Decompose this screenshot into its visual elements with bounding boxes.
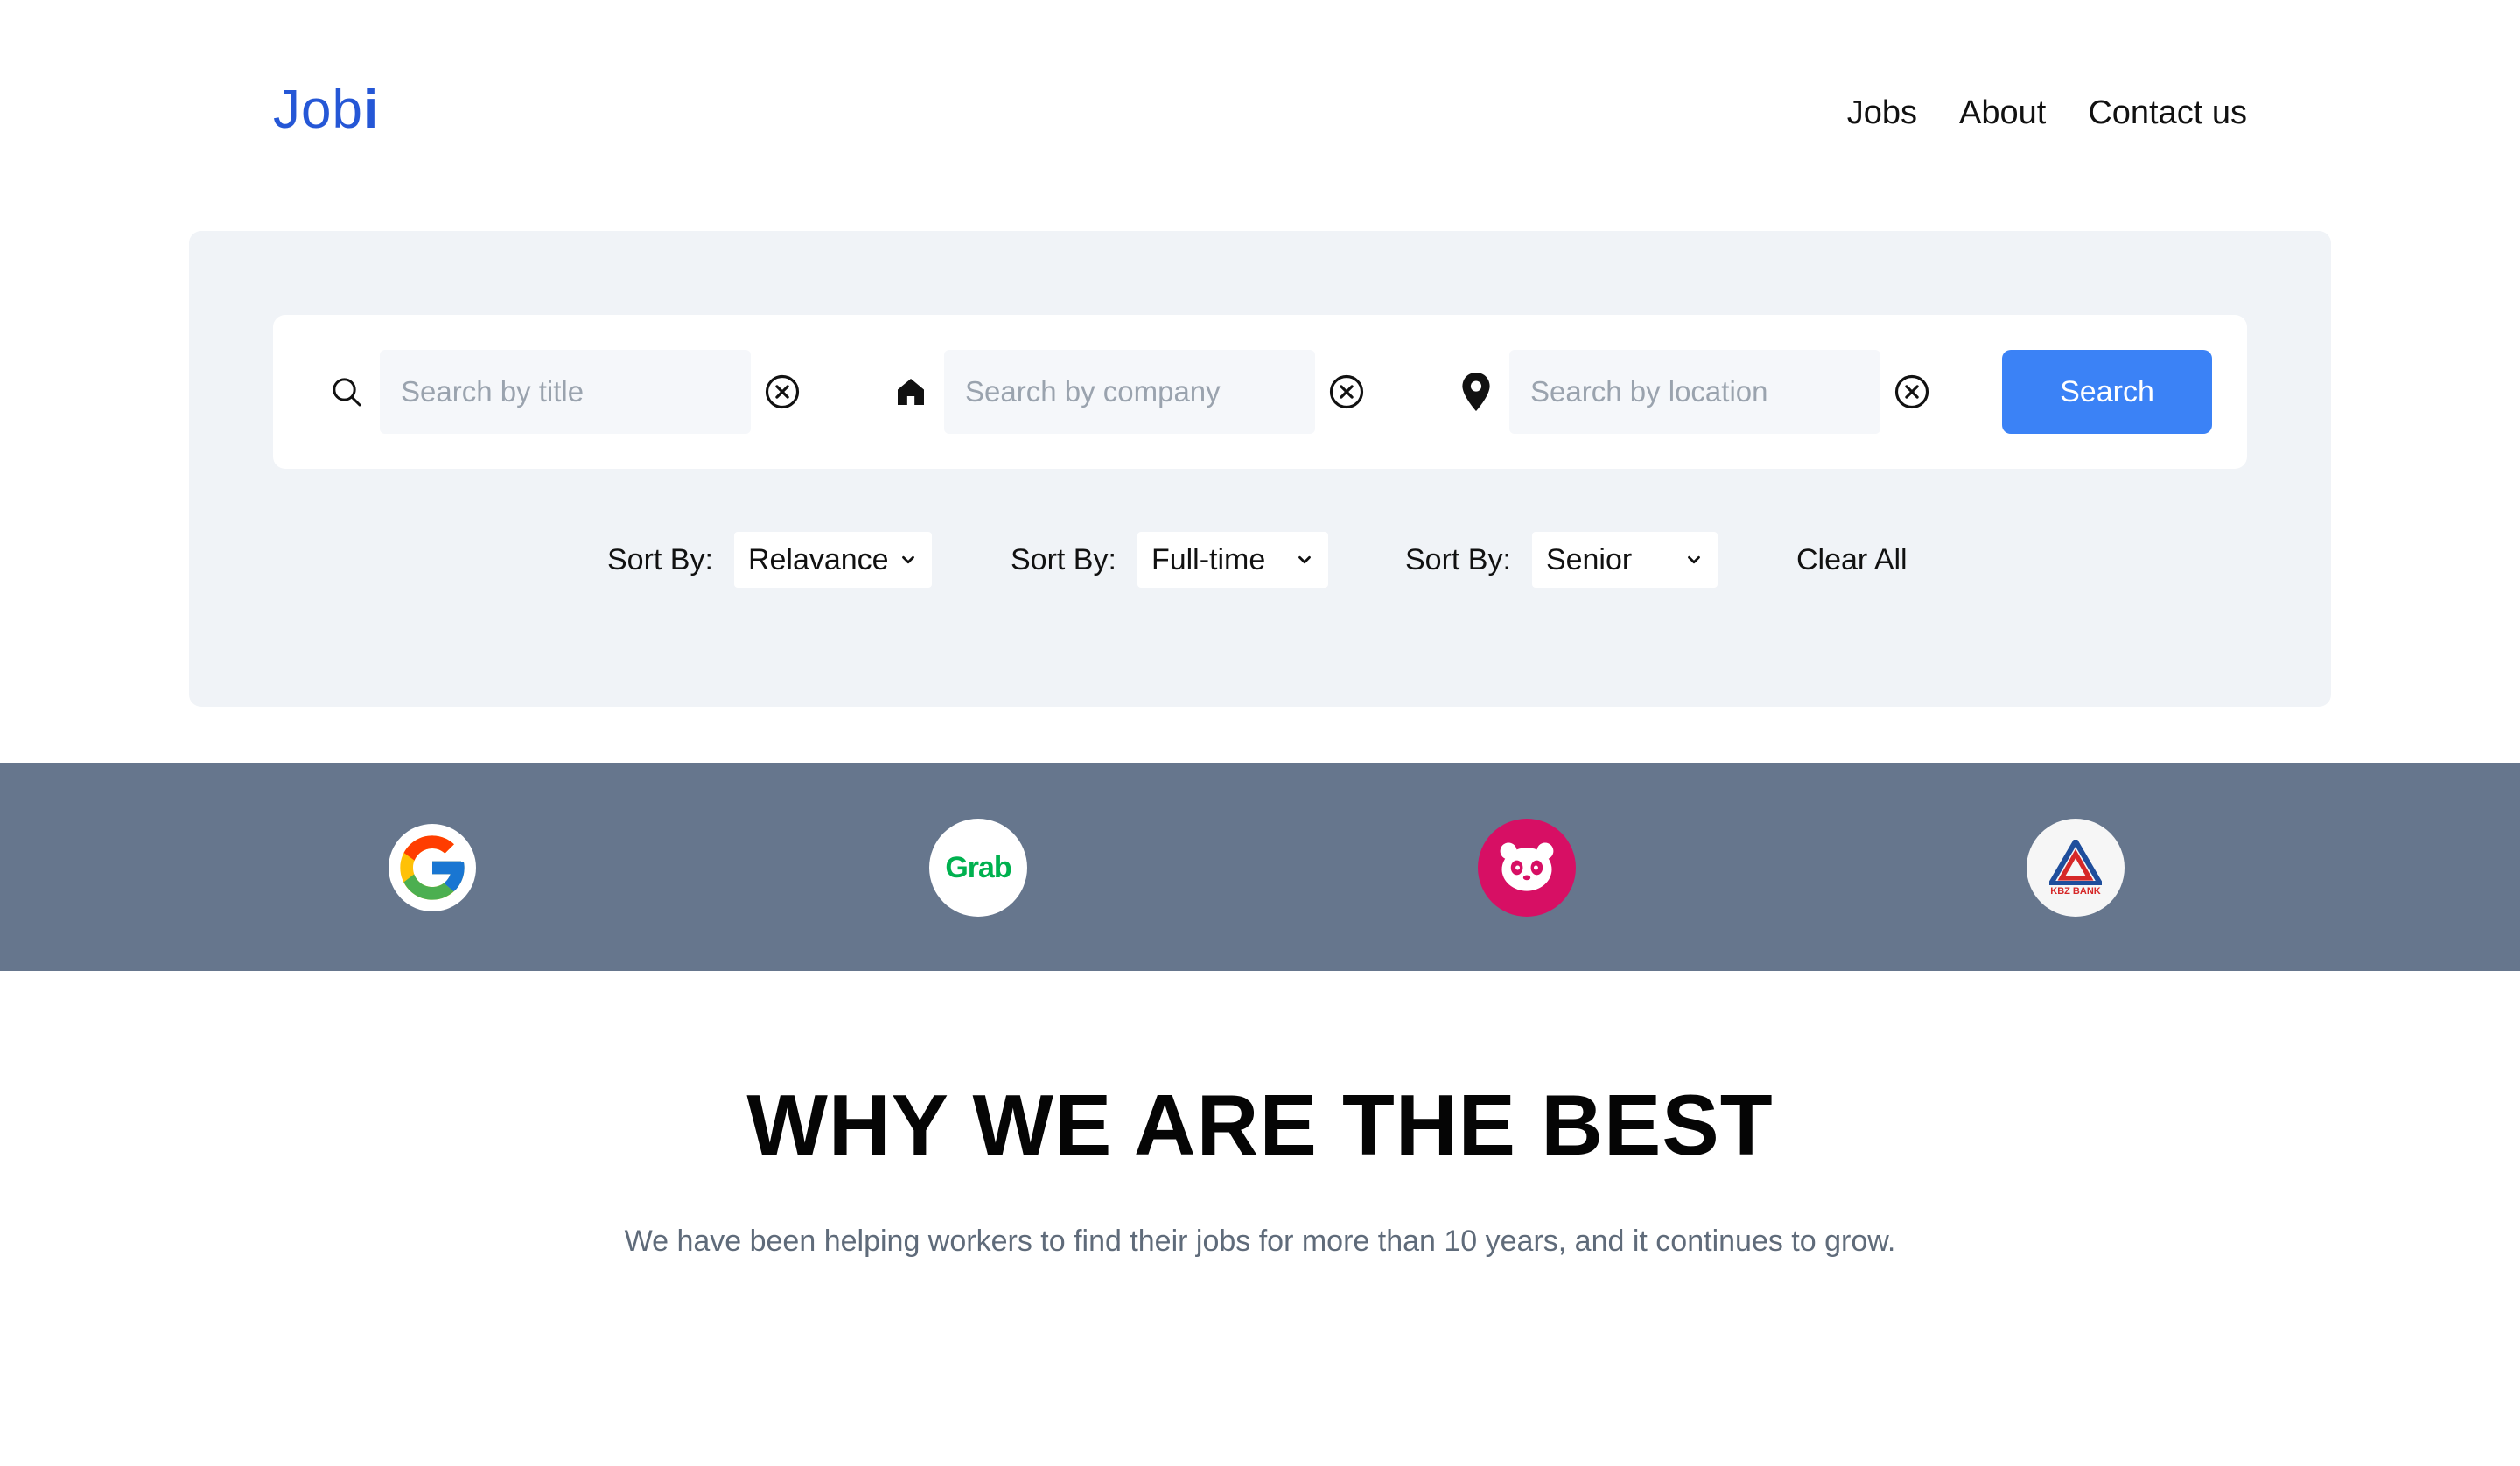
nav-contact-us[interactable]: Contact us bbox=[2088, 94, 2247, 132]
kbz-bank-text: KBZ BANK bbox=[2050, 885, 2101, 897]
why-section-title: WHY WE ARE THE BEST bbox=[746, 1077, 1774, 1173]
kbz-bank-logo[interactable]: KBZ BANK bbox=[2026, 819, 2124, 917]
logo[interactable]: Jobi bbox=[273, 79, 379, 141]
nav-about[interactable]: About bbox=[1959, 94, 2046, 132]
sort-level-value: Senior bbox=[1545, 542, 1633, 576]
sort-label: Sort By: bbox=[607, 542, 713, 576]
sort-type-value: Full-time bbox=[1151, 542, 1266, 576]
page: Jobi Jobs About Contact us Search by tit… bbox=[0, 0, 2520, 1466]
clear-company-icon[interactable] bbox=[1322, 367, 1371, 416]
logo-text: Job bbox=[273, 80, 363, 140]
sort-relevance-value: Relavance bbox=[747, 542, 889, 576]
sort-type-group: Sort By: Full-time bbox=[1011, 532, 1328, 588]
foodpanda-logo[interactable] bbox=[1478, 819, 1576, 917]
search-panel: Search Sort By: Relavance Sort By: Full-… bbox=[189, 231, 2331, 707]
clear-title-icon[interactable] bbox=[758, 367, 807, 416]
location-field-group bbox=[1452, 350, 1936, 434]
header: Jobi Jobs About Contact us bbox=[0, 0, 2520, 227]
sort-row: Sort By: Relavance Sort By: Full-time So… bbox=[189, 532, 2331, 588]
search-bar: Search bbox=[273, 315, 2247, 469]
clear-all-button[interactable]: Clear All bbox=[1796, 532, 1908, 588]
sort-relevance-group: Sort By: Relavance bbox=[607, 532, 932, 588]
sort-level-select[interactable]: Senior bbox=[1531, 532, 1718, 588]
location-search-input[interactable] bbox=[1509, 350, 1880, 434]
sort-label: Sort By: bbox=[1011, 542, 1116, 576]
company-search-input[interactable] bbox=[944, 350, 1315, 434]
sort-type-select[interactable]: Full-time bbox=[1137, 532, 1328, 588]
chevron-down-icon bbox=[1295, 543, 1314, 577]
search-button[interactable]: Search bbox=[2002, 350, 2212, 434]
google-logo[interactable] bbox=[388, 824, 476, 911]
title-search-input[interactable] bbox=[380, 350, 751, 434]
why-section-subtitle: We have been helping workers to find the… bbox=[624, 1225, 1896, 1258]
brand-logos-strip: Grab KBZ BANK bbox=[0, 763, 2520, 971]
grab-logo[interactable]: Grab bbox=[929, 819, 1027, 917]
main-nav: Jobs About Contact us bbox=[1847, 94, 2247, 132]
map-pin-icon bbox=[1452, 367, 1501, 416]
grab-logo-text: Grab bbox=[945, 850, 1012, 884]
sort-relevance-select[interactable]: Relavance bbox=[733, 532, 932, 588]
home-icon bbox=[886, 367, 935, 416]
search-icon bbox=[322, 367, 371, 416]
logo-accent: i bbox=[362, 80, 380, 140]
kbz-bank-mark: KBZ BANK bbox=[2049, 839, 2102, 897]
nav-jobs[interactable]: Jobs bbox=[1847, 94, 1917, 132]
title-field-group bbox=[322, 350, 807, 434]
chevron-down-icon bbox=[1684, 543, 1704, 577]
chevron-down-icon bbox=[899, 543, 918, 577]
sort-label: Sort By: bbox=[1405, 542, 1511, 576]
clear-location-icon[interactable] bbox=[1887, 367, 1936, 416]
sort-level-group: Sort By: Senior bbox=[1405, 532, 1718, 588]
company-field-group bbox=[886, 350, 1371, 434]
